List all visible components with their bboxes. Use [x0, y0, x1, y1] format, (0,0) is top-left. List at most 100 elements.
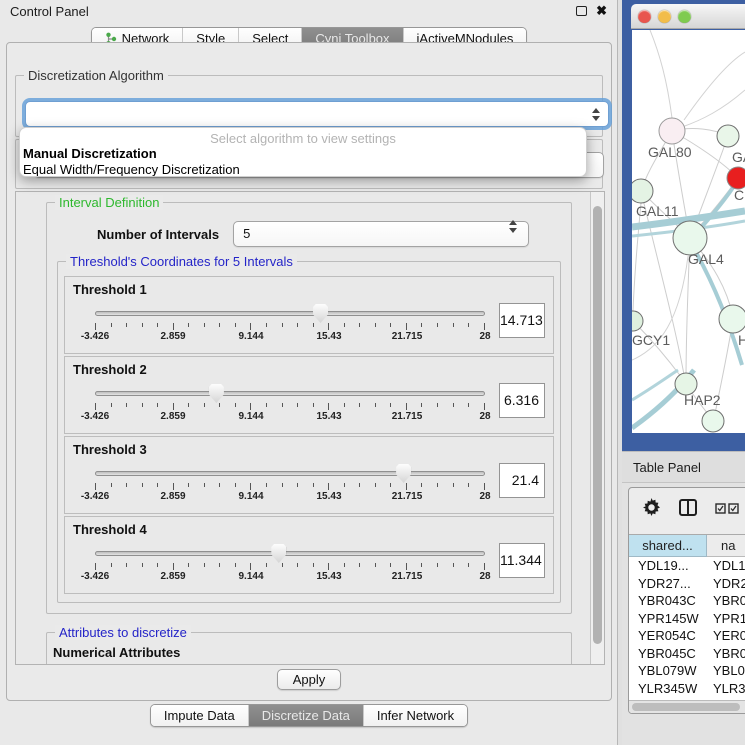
screen: Control Panel ✖ NetworkStyleSelectCyni T… — [0, 0, 745, 745]
threshold-value-field[interactable]: 21.4 — [499, 463, 545, 498]
number-of-intervals-combobox[interactable]: 5 — [233, 221, 529, 247]
network-edge[interactable] — [650, 30, 672, 118]
tab-label: Impute Data — [164, 708, 235, 723]
cyni-toolbox-panel: Discretization Algorithm Select algorith… — [6, 42, 612, 701]
zoom-traffic-light-icon[interactable] — [678, 10, 691, 23]
threshold-value-field[interactable]: 11.344 — [499, 543, 545, 578]
network-window-titlebar[interactable] — [631, 4, 745, 29]
cell-shared-name[interactable]: YDL19... — [629, 557, 707, 575]
minimize-traffic-light-icon[interactable] — [658, 10, 671, 23]
threshold-card: Threshold 1 -3.4262.8599.14415.4321.71528… — [64, 276, 554, 354]
cell-shared-name[interactable]: YER054C — [629, 627, 707, 645]
slider-thumb[interactable] — [209, 384, 224, 403]
table-row[interactable]: YDR27...YDR2 — [629, 575, 745, 593]
gear-icon[interactable] — [642, 498, 661, 522]
cell-shared-name[interactable]: YLR345W — [629, 680, 707, 698]
cell-name[interactable]: YER0 — [707, 627, 745, 645]
table-toolbar — [629, 488, 745, 532]
network-node[interactable] — [673, 221, 707, 255]
cell-shared-name[interactable]: YPR145W — [629, 610, 707, 628]
cell-name[interactable]: YBL0 — [707, 662, 745, 680]
apply-button[interactable]: Apply — [277, 669, 342, 690]
network-node[interactable] — [719, 305, 745, 333]
close-icon[interactable]: ✖ — [596, 6, 607, 16]
horizontal-scrollbar[interactable] — [629, 700, 745, 713]
select-columns-icon[interactable] — [715, 501, 740, 519]
table-row[interactable]: YPR145WYPR1 — [629, 610, 745, 628]
close-traffic-light-icon[interactable] — [638, 10, 651, 23]
tab-label: Discretize Data — [262, 708, 350, 723]
cell-name[interactable]: YBR0 — [707, 592, 745, 610]
algorithm-combobox[interactable] — [25, 101, 609, 127]
slider-track[interactable] — [95, 471, 485, 476]
control-panel-titlebar: Control Panel ✖ — [0, 0, 617, 22]
group-title: Discretization Algorithm — [24, 68, 168, 83]
threshold-slider[interactable]: -3.4262.8599.14415.4321.71528 — [95, 381, 485, 429]
slider-track[interactable] — [95, 391, 485, 396]
slider-track[interactable] — [95, 551, 485, 556]
cell-name[interactable]: YPR1 — [707, 610, 745, 628]
slider-ticks — [95, 323, 485, 330]
network-node[interactable] — [702, 410, 724, 432]
tab-discretize-data[interactable]: Discretize Data — [248, 705, 363, 726]
slider-thumb[interactable] — [313, 304, 328, 323]
slider-track[interactable] — [95, 311, 485, 316]
threshold-slider[interactable]: -3.4262.8599.14415.4321.71528 — [95, 301, 485, 349]
dropdown-item[interactable]: Equal Width/Frequency Discretization — [20, 162, 586, 177]
tab-impute-data[interactable]: Impute Data — [151, 705, 248, 726]
table-header-row: shared... na — [629, 535, 745, 557]
cell-name[interactable]: YLR3 — [707, 680, 745, 698]
column-header-shared-name[interactable]: shared... — [629, 535, 707, 557]
attributes-group: Attributes to discretize Numerical Attri… — [46, 632, 572, 665]
tab-infer-network[interactable]: Infer Network — [363, 705, 467, 726]
table-row[interactable]: YBR043CYBR0 — [629, 592, 745, 610]
column-header-name[interactable]: na — [707, 535, 745, 557]
network-edge[interactable] — [684, 52, 745, 120]
network-node[interactable] — [717, 125, 739, 147]
table-row[interactable]: YBR045CYBR0 — [629, 645, 745, 663]
node-label: HAP2 — [684, 392, 721, 408]
network-node[interactable] — [632, 311, 643, 331]
slider-ticks — [95, 563, 485, 570]
node-label: GA — [732, 149, 745, 165]
dropdown-item[interactable]: Manual Discretization — [20, 146, 586, 162]
bottom-tab-bar: Impute Data Discretize Data Infer Network — [0, 704, 618, 727]
cell-name[interactable]: YDL1 — [707, 557, 745, 575]
node-label: H — [738, 332, 745, 348]
slider-thumb[interactable] — [396, 464, 411, 483]
vertical-scrollbar[interactable] — [590, 192, 604, 664]
slider-thumb[interactable] — [271, 544, 286, 563]
table-row[interactable]: YLR345WYLR3 — [629, 680, 745, 698]
split-columns-icon[interactable] — [679, 499, 697, 521]
panel-title: Control Panel — [10, 4, 576, 19]
slider-tick-labels: -3.4262.8599.14415.4321.71528 — [95, 331, 485, 345]
network-canvas[interactable]: GAL80GACGAL11GAL4GCY1HHAP2 — [632, 30, 745, 433]
cell-name[interactable]: YBR0 — [707, 645, 745, 663]
cell-name[interactable]: YDR2 — [707, 575, 745, 593]
number-of-intervals-label: Number of Intervals — [97, 227, 219, 242]
table-row[interactable]: YDL19...YDL1 — [629, 557, 745, 575]
network-edge[interactable] — [633, 203, 641, 311]
table-row[interactable]: YBL079WYBL0 — [629, 662, 745, 680]
numerical-attributes-label: Numerical Attributes — [53, 645, 563, 660]
network-edge[interactable] — [682, 90, 745, 127]
network-node[interactable] — [632, 179, 653, 203]
threshold-slider[interactable]: -3.4262.8599.14415.4321.71528 — [95, 461, 485, 509]
threshold-card: Threshold 2-3.4262.8599.14415.4321.71528… — [64, 356, 554, 434]
network-node[interactable] — [727, 167, 745, 189]
numerical-attributes-list[interactable]: SelfLoopsTopologicalCoefficientBetweenne… — [53, 664, 563, 665]
threshold-value-field[interactable]: 14.713 — [499, 303, 545, 338]
threshold-label: Threshold 1 — [73, 282, 545, 297]
cell-shared-name[interactable]: YDR27... — [629, 575, 707, 593]
threshold-slider[interactable]: -3.4262.8599.14415.4321.71528 — [95, 541, 485, 589]
table-panel-title: Table Panel — [622, 452, 745, 483]
float-window-icon[interactable] — [576, 6, 587, 16]
cell-shared-name[interactable]: YBL079W — [629, 662, 707, 680]
cell-shared-name[interactable]: YBR045C — [629, 645, 707, 663]
network-node[interactable] — [659, 118, 685, 144]
threshold-value-field[interactable]: 6.316 — [499, 383, 545, 418]
table-panel-box: shared... na YDL19...YDL1YDR27...YDR2YBR… — [628, 487, 745, 714]
table-row[interactable]: YER054CYER0 — [629, 627, 745, 645]
node-label: C — [734, 187, 744, 203]
cell-shared-name[interactable]: YBR043C — [629, 592, 707, 610]
